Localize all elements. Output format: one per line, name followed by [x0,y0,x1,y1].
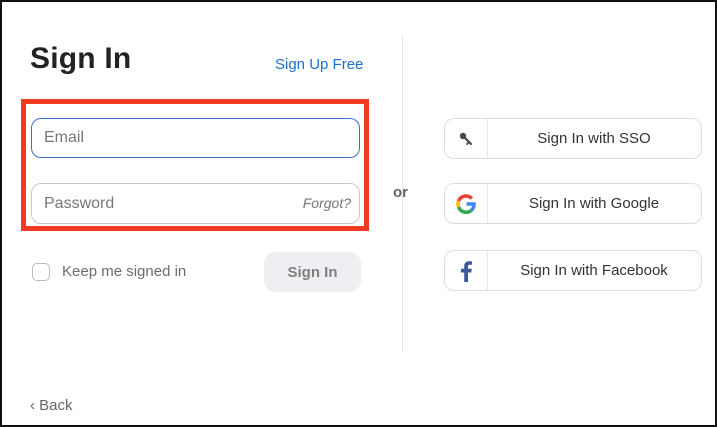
sign-in-with-google-button[interactable]: Sign In with Google [444,183,702,224]
sign-up-free-link[interactable]: Sign Up Free [275,56,363,73]
password-placeholder: Password [44,194,115,212]
google-icon [445,184,488,223]
facebook-button-label: Sign In with Facebook [520,262,668,279]
email-placeholder: Email [44,129,85,146]
sign-in-with-facebook-button[interactable]: Sign In with Facebook [444,250,702,291]
or-separator: or [393,184,408,201]
forgot-password-link[interactable]: Forgot? [303,195,351,211]
back-label: Back [39,397,73,414]
back-link[interactable]: ‹ Back [30,397,73,414]
sign-in-with-sso-button[interactable]: Sign In with SSO [444,118,702,159]
key-icon [445,119,488,158]
page-title: Sign In [30,42,132,75]
password-field[interactable]: Password Forgot? [31,183,360,224]
sign-in-dialog: Sign In Sign Up Free Email Password Forg… [0,0,717,427]
sso-button-label: Sign In with SSO [537,130,651,147]
google-button-label: Sign In with Google [528,195,660,212]
keep-signed-in-checkbox[interactable] [32,263,50,281]
email-field[interactable]: Email [31,118,360,158]
keep-signed-in-label[interactable]: Keep me signed in [62,263,186,280]
chevron-left-icon: ‹ [30,397,35,414]
facebook-icon [445,251,488,290]
sign-in-button[interactable]: Sign In [264,252,361,292]
